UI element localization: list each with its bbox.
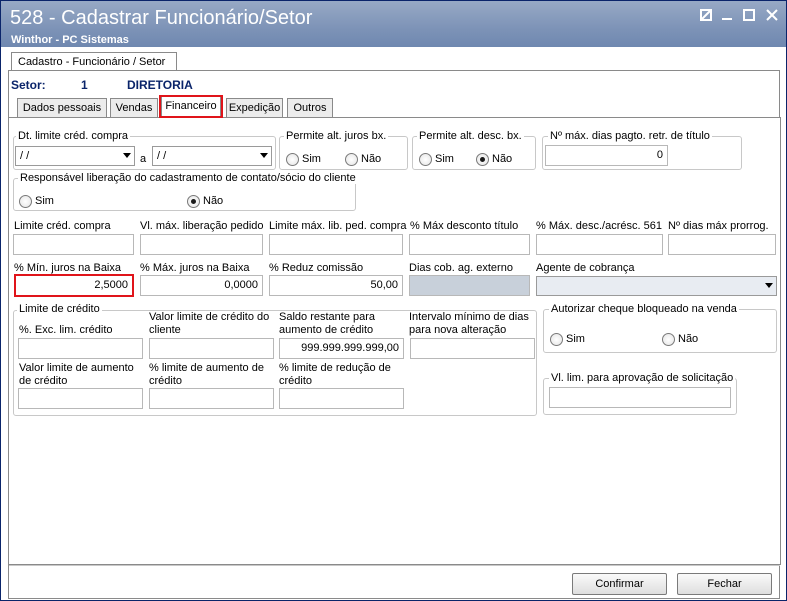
responsavel-sim-label: Sim — [35, 195, 54, 207]
setor-label: Setor: — [11, 78, 46, 92]
dt-limite-to-field[interactable]: / / — [152, 146, 272, 166]
setor-code: 1 — [81, 78, 88, 92]
close-icon[interactable] — [764, 9, 780, 25]
dt-limite-separator: a — [140, 153, 147, 165]
window-subtitle: Winthor - PC Sistemas — [11, 34, 129, 46]
title-bar[interactable]: 528 - Cadastrar Funcionário/Setor Wintho… — [1, 1, 786, 47]
autorizar-cheque-sim-radio[interactable] — [550, 333, 563, 346]
permite-juros-sim-radio[interactable] — [286, 153, 299, 166]
permite-desc-nao-label: Não — [492, 153, 513, 165]
nmax-dias-field[interactable]: 0 — [545, 145, 668, 166]
dias-max-prorrog-field[interactable] — [668, 234, 776, 255]
permite-juros-nao-label: Não — [361, 153, 382, 165]
financeiro-tab-highlight — [159, 95, 223, 118]
dias-max-prorrog-label: Nº dias máx prorrog. — [668, 220, 769, 232]
responsavel-nao-label: Não — [203, 195, 224, 207]
limite-max-lib-ped-label: Limite máx. lib. ped. compra — [269, 220, 407, 232]
max-desconto-titulo-label: % Máx desconto título — [410, 220, 519, 232]
dt-limite-from-value: / / — [20, 150, 30, 162]
autorizar-cheque-nao-label: Não — [678, 333, 699, 345]
confirmar-button[interactable]: Confirmar — [572, 573, 667, 595]
dt-limite-label: Dt. limite créd. compra — [16, 130, 131, 142]
nmax-dias-label: Nº máx. dias pagto. retr. de título — [548, 130, 712, 142]
permite-desc-sim-radio[interactable] — [419, 153, 432, 166]
permite-juros-sim-label: Sim — [302, 153, 321, 165]
minimize-icon[interactable] — [719, 9, 735, 25]
pct-limite-aumento-label: % limite de aumento de crédito — [149, 362, 264, 387]
responsavel-nao-radio[interactable] — [187, 195, 200, 208]
permite-desc-nao-radio[interactable] — [476, 153, 489, 166]
vl-lim-aprov-label: Vl. lim. para aprovação de solicitação — [549, 372, 736, 384]
tab-expedicao[interactable]: Expedição — [226, 98, 283, 117]
tab-dados-pessoais[interactable]: Dados pessoais — [17, 98, 107, 117]
autorizar-cheque-group — [543, 309, 777, 353]
max-desconto-titulo-field[interactable] — [409, 234, 530, 255]
dias-cob-ag-externo-field — [409, 275, 530, 296]
pct-limite-aumento-field[interactable] — [149, 388, 274, 409]
reduz-comissao-label: % Reduz comissão — [269, 262, 364, 274]
agente-cobranca-select[interactable] — [536, 276, 777, 296]
chevron-down-icon[interactable] — [260, 153, 268, 158]
pct-limite-reducao-field[interactable] — [279, 388, 404, 409]
agente-cobranca-label: Agente de cobrança — [536, 262, 635, 274]
max-juros-baixa-field[interactable]: 0,0000 — [140, 275, 263, 296]
valor-limite-aumento-label: Valor limite de aumento de crédito — [19, 362, 134, 387]
autorizar-cheque-sim-label: Sim — [566, 333, 585, 345]
permite-desc-sim-label: Sim — [435, 153, 454, 165]
tab-outros[interactable]: Outros — [287, 98, 333, 117]
fechar-button[interactable]: Fechar — [677, 573, 772, 595]
valor-limite-aumento-field[interactable] — [18, 388, 143, 409]
intervalo-minimo-field[interactable] — [410, 338, 535, 359]
autorizar-cheque-label: Autorizar cheque bloqueado na venda — [549, 303, 739, 315]
limite-max-lib-ped-field[interactable] — [269, 234, 403, 255]
window-title: 528 - Cadastrar Funcionário/Setor — [10, 7, 313, 29]
setor-name: DIRETORIA — [127, 78, 193, 92]
dt-limite-from-field[interactable]: / / — [15, 146, 135, 166]
tab-cadastro-funcionario-setor[interactable]: Cadastro - Funcionário / Setor — [11, 52, 177, 71]
valor-limite-credito-label: Valor limite de crédito do cliente — [149, 311, 270, 336]
limite-cred-compra-label: Limite créd. compra — [14, 220, 111, 232]
permite-juros-label: Permite alt. juros bx. — [284, 130, 389, 142]
saldo-restante-label: Saldo restante para aumento de crédito — [279, 311, 376, 336]
chevron-down-icon[interactable] — [765, 283, 773, 288]
max-desc-acresc-label: % Máx. desc./acrésc. 561 — [536, 220, 662, 232]
vl-lim-aprov-field[interactable] — [549, 387, 731, 408]
reduz-comissao-field[interactable]: 50,00 — [269, 275, 403, 296]
maximize-icon[interactable] — [741, 9, 757, 25]
dt-limite-to-value: / / — [157, 150, 167, 162]
exc-lim-credito-label: %. Exc. lim. crédito — [19, 324, 113, 336]
saldo-restante-field[interactable]: 999.999.999.999,00 — [279, 338, 404, 359]
valor-limite-credito-field[interactable] — [149, 338, 274, 359]
main-window: 528 - Cadastrar Funcionário/Setor Wintho… — [0, 0, 787, 601]
pct-limite-reducao-label: % limite de redução de crédito — [279, 362, 391, 387]
max-desc-acresc-field[interactable] — [536, 234, 663, 255]
exc-lim-credito-field[interactable] — [18, 338, 143, 359]
permite-desc-label: Permite alt. desc. bx. — [417, 130, 524, 142]
responsavel-label: Responsável liberação do cadastramento d… — [18, 172, 358, 184]
responsavel-sim-radio[interactable] — [19, 195, 32, 208]
autorizar-cheque-nao-radio[interactable] — [662, 333, 675, 346]
restore-icon[interactable] — [698, 9, 714, 25]
tab-vendas[interactable]: Vendas — [110, 98, 158, 117]
limite-cred-compra-field[interactable] — [13, 234, 134, 255]
max-juros-baixa-label: % Máx. juros na Baixa — [140, 262, 250, 274]
permite-juros-nao-radio[interactable] — [345, 153, 358, 166]
vl-max-lib-pedido-label: Vl. máx. liberação pedido — [140, 220, 264, 232]
bottom-divider — [9, 565, 780, 566]
vl-max-lib-pedido-field[interactable] — [140, 234, 263, 255]
chevron-down-icon[interactable] — [123, 153, 131, 158]
dias-cob-ag-externo-label: Dias cob. ag. externo — [409, 262, 513, 274]
limite-credito-title: Limite de crédito — [17, 303, 102, 315]
intervalo-minimo-label: Intervalo mínimo de dias para nova alter… — [409, 311, 529, 336]
min-juros-highlight — [14, 274, 134, 297]
